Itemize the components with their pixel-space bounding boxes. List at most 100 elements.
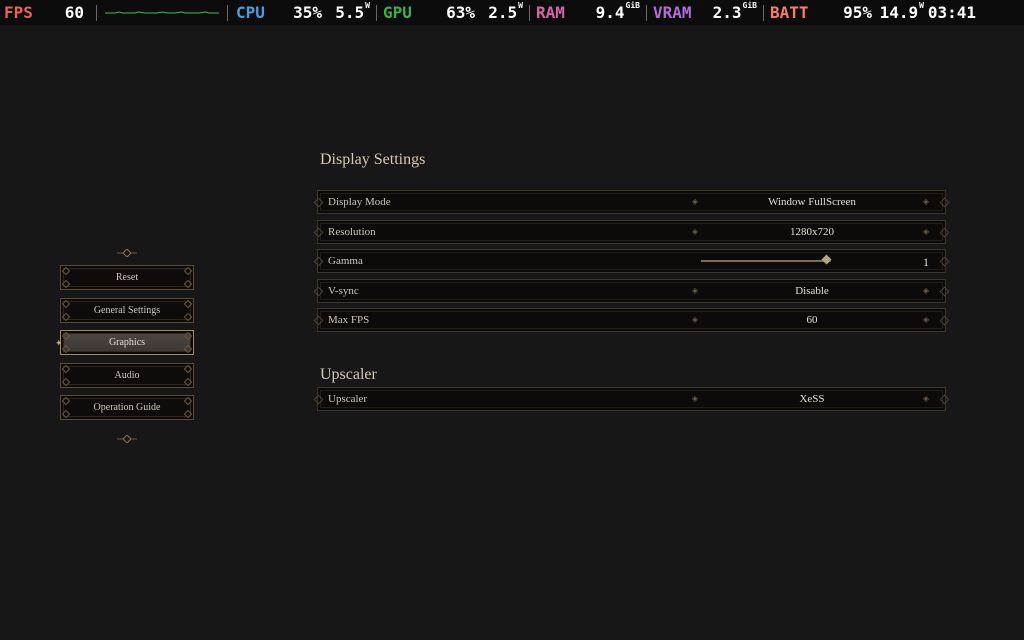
corner-ornament-icon (183, 344, 193, 354)
corner-ornament-icon (61, 409, 71, 419)
row-ornament-icon (939, 315, 950, 326)
setting-row-max-fps[interactable]: Max FPS ◈ 60 ◈ (313, 308, 950, 332)
arrow-right-icon[interactable]: ◈ (922, 227, 930, 236)
fps-value: 60 (64, 3, 84, 22)
row-ornament-icon (939, 286, 950, 296)
arrow-left-icon[interactable]: ◈ (691, 395, 699, 403)
row-ornament-icon (313, 197, 324, 208)
row-ornament-icon (939, 197, 950, 208)
menu-item-label: Reset (115, 272, 139, 283)
corner-ornament-icon (61, 266, 71, 276)
corner-ornament-icon (61, 364, 71, 373)
corner-ornament-icon (61, 331, 71, 341)
cpu-label: CPU (236, 3, 265, 22)
corner-ornament-icon (183, 396, 193, 406)
menu-item-reset[interactable]: Reset (60, 265, 194, 290)
menu-item-graphics[interactable]: ✦ Graphics (55, 330, 194, 355)
selection-cursor-icon: ✦ (55, 338, 63, 348)
setting-value: 60 (806, 314, 818, 326)
setting-value: XeSS (799, 393, 825, 405)
frametime-graph (105, 5, 219, 21)
gamma-slider-fill (701, 260, 828, 262)
game-settings-screen: FPS 60 CPU 35% 5.5W GPU 63% 2.5W RAM 9.4… (0, 0, 1024, 640)
clock: 03:41 (927, 3, 976, 22)
batt-label: BATT (770, 3, 809, 22)
settings-category-menu: Reset General Settings ✦ Graphics Audio (55, 265, 196, 428)
menu-bottom-ornament-icon (117, 435, 137, 443)
row-ornament-icon (313, 315, 324, 326)
overlay-divider (763, 4, 764, 21)
menu-top-ornament-icon (117, 249, 137, 257)
gamma-slider-handle[interactable] (821, 254, 832, 265)
overlay-divider (376, 4, 377, 21)
corner-ornament-icon (183, 331, 193, 341)
vram-value: 2.3GiB (712, 1, 757, 22)
corner-ornament-icon (61, 396, 71, 406)
overlay-divider (529, 4, 530, 21)
arrow-right-icon[interactable]: ◈ (922, 395, 930, 403)
menu-item-label: Audio (114, 369, 140, 381)
row-ornament-icon (313, 227, 324, 237)
batt-power: 14.9W (879, 1, 924, 22)
setting-row-gamma[interactable]: Gamma 1 (313, 249, 950, 273)
batt-percent: 95% (843, 3, 872, 22)
corner-ornament-icon (61, 312, 71, 321)
row-ornament-icon (939, 394, 950, 405)
arrow-left-icon[interactable]: ◈ (691, 316, 699, 324)
display-settings-title: Display Settings (320, 151, 426, 168)
corner-ornament-icon (183, 377, 193, 386)
corner-ornament-icon (183, 299, 193, 308)
corner-ornament-icon (183, 266, 193, 276)
menu-item-label: General Settings (93, 304, 161, 316)
setting-row-upscaler[interactable]: Upscaler ◈ XeSS ◈ (313, 387, 950, 411)
display-settings-list: Display Mode ◈ Window FullScreen ◈ Resol… (313, 190, 950, 338)
corner-ornament-icon (183, 312, 193, 321)
menu-item-label: Operation Guide (93, 402, 161, 413)
arrow-left-icon[interactable]: ◈ (691, 286, 699, 295)
overlay-divider (646, 4, 647, 21)
setting-row-display-mode[interactable]: Display Mode ◈ Window FullScreen ◈ (313, 190, 950, 214)
setting-label: Upscaler (328, 393, 368, 405)
setting-row-resolution[interactable]: Resolution ◈ 1280x720 ◈ (313, 219, 950, 244)
setting-label: Resolution (328, 225, 376, 238)
cpu-percent: 35% (293, 3, 322, 22)
corner-ornament-icon (183, 279, 193, 289)
menu-item-audio[interactable]: Audio (60, 362, 194, 388)
row-ornament-icon (313, 256, 324, 267)
corner-ornament-icon (61, 299, 71, 308)
row-ornament-icon (939, 227, 950, 237)
arrow-right-icon[interactable]: ◈ (922, 286, 930, 295)
setting-value: Disable (795, 284, 829, 297)
corner-ornament-icon (61, 279, 71, 289)
setting-label: Gamma (328, 255, 363, 267)
setting-value: Window FullScreen (768, 196, 856, 208)
performance-overlay: FPS 60 CPU 35% 5.5W GPU 63% 2.5W RAM 9.4… (0, 0, 1024, 25)
arrow-left-icon[interactable]: ◈ (691, 227, 699, 236)
upscaler-title: Upscaler (320, 366, 377, 383)
row-ornament-icon (313, 394, 324, 405)
row-ornament-icon (939, 256, 950, 267)
gpu-label: GPU (383, 3, 412, 22)
overlay-divider (96, 4, 97, 21)
menu-item-general-settings[interactable]: General Settings (60, 297, 194, 323)
corner-ornament-icon (61, 377, 71, 386)
menu-item-label: Graphics (108, 337, 146, 348)
corner-ornament-icon (61, 344, 71, 354)
overlay-divider (227, 4, 228, 21)
menu-item-operation-guide[interactable]: Operation Guide (60, 395, 194, 420)
ram-value: 9.4GiB (595, 1, 640, 22)
arrow-right-icon[interactable]: ◈ (922, 198, 930, 206)
arrow-left-icon[interactable]: ◈ (691, 198, 699, 206)
gamma-slider[interactable] (701, 254, 832, 265)
row-ornament-icon (313, 286, 324, 296)
setting-label: Max FPS (328, 314, 370, 326)
gpu-percent: 63% (446, 3, 475, 22)
cpu-power: 5.5W (335, 1, 370, 22)
corner-ornament-icon (183, 409, 193, 419)
setting-row-vsync[interactable]: V-sync ◈ Disable ◈ (313, 278, 950, 303)
vram-label: VRAM (653, 3, 692, 22)
arrow-right-icon[interactable]: ◈ (922, 316, 930, 324)
ram-label: RAM (536, 3, 565, 22)
gpu-power: 2.5W (488, 1, 523, 22)
corner-ornament-icon (183, 364, 193, 373)
